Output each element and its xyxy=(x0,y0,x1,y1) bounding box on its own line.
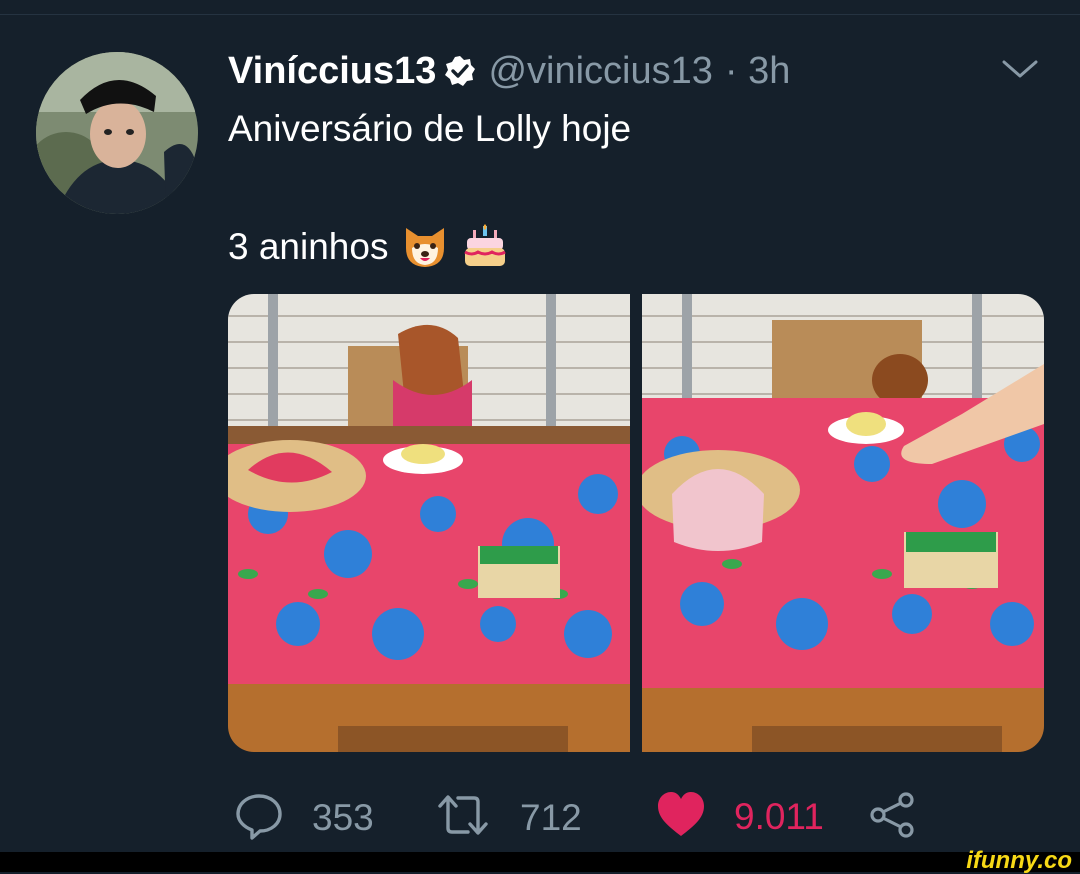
share-icon xyxy=(868,790,918,845)
like-count: 9.011 xyxy=(734,795,824,837)
like-button[interactable]: 9.011 xyxy=(656,790,824,843)
reply-icon xyxy=(234,790,284,845)
top-divider xyxy=(0,14,1080,15)
retweet-count: 712 xyxy=(520,796,582,838)
watermark-bar xyxy=(0,852,1080,872)
timestamp[interactable]: · 3h xyxy=(725,50,790,93)
verified-badge-icon xyxy=(444,55,476,87)
retweet-icon xyxy=(434,790,492,845)
chevron-down-icon[interactable] xyxy=(1000,56,1040,82)
photo-left[interactable] xyxy=(228,294,630,752)
tweet-text-line2-label: 3 aninhos xyxy=(228,226,389,267)
ifunny-watermark: ifunny.co xyxy=(966,847,1072,874)
tweet-text-line2: 3 aninhos xyxy=(228,224,508,270)
share-button[interactable] xyxy=(868,790,918,845)
media-grid xyxy=(228,294,1044,752)
handle[interactable]: @viniccius13 xyxy=(488,50,712,93)
display-name[interactable]: Viníccius13 xyxy=(228,50,436,93)
tweet-text-line1: Aniversário de Lolly hoje xyxy=(228,108,632,149)
heart-icon xyxy=(656,790,706,843)
reply-count: 353 xyxy=(312,796,374,838)
birthday-cake-emoji xyxy=(462,224,508,270)
reply-button[interactable]: 353 xyxy=(234,790,374,845)
avatar[interactable] xyxy=(36,52,198,214)
photo-right[interactable] xyxy=(642,294,1044,752)
retweet-button[interactable]: 712 xyxy=(434,790,582,845)
tweet-actions: 353 712 9.011 xyxy=(228,788,928,844)
tweet-header: Viníccius13 @viniccius13 · 3h xyxy=(228,46,790,96)
dog-face-emoji xyxy=(402,224,448,270)
